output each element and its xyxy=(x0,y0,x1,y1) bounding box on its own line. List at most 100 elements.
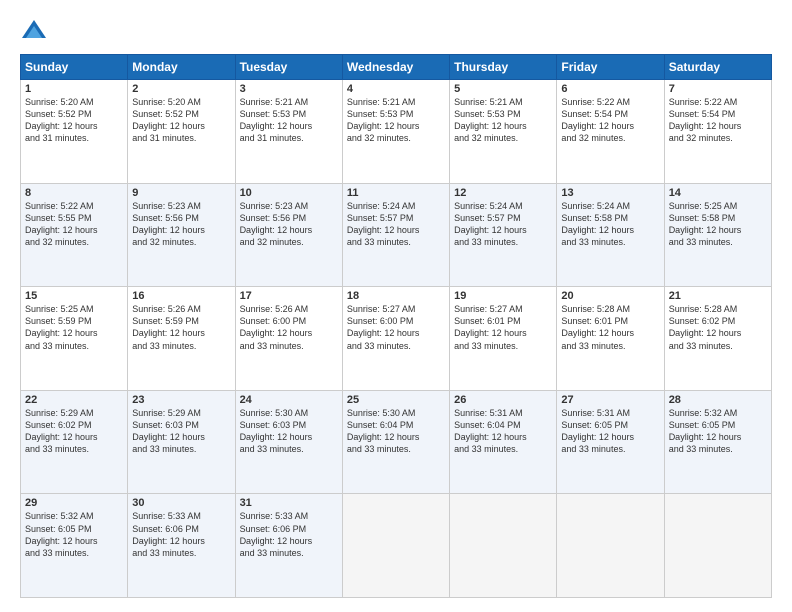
calendar-cell: 11Sunrise: 5:24 AMSunset: 5:57 PMDayligh… xyxy=(342,183,449,287)
day-number: 14 xyxy=(669,187,767,199)
day-info: Sunrise: 5:24 AMSunset: 5:58 PMDaylight:… xyxy=(561,200,659,249)
day-number: 10 xyxy=(240,187,338,199)
calendar-cell: 13Sunrise: 5:24 AMSunset: 5:58 PMDayligh… xyxy=(557,183,664,287)
calendar-cell: 27Sunrise: 5:31 AMSunset: 6:05 PMDayligh… xyxy=(557,390,664,494)
logo-icon xyxy=(20,18,48,46)
calendar-cell: 23Sunrise: 5:29 AMSunset: 6:03 PMDayligh… xyxy=(128,390,235,494)
day-number: 23 xyxy=(132,394,230,406)
calendar-cell: 10Sunrise: 5:23 AMSunset: 5:56 PMDayligh… xyxy=(235,183,342,287)
day-number: 22 xyxy=(25,394,123,406)
day-number: 16 xyxy=(132,290,230,302)
calendar-week-1: 1Sunrise: 5:20 AMSunset: 5:52 PMDaylight… xyxy=(21,80,772,184)
logo xyxy=(20,18,52,46)
day-header-monday: Monday xyxy=(128,55,235,80)
day-header-friday: Friday xyxy=(557,55,664,80)
day-info: Sunrise: 5:26 AMSunset: 6:00 PMDaylight:… xyxy=(240,303,338,352)
calendar-cell: 22Sunrise: 5:29 AMSunset: 6:02 PMDayligh… xyxy=(21,390,128,494)
calendar-cell: 31Sunrise: 5:33 AMSunset: 6:06 PMDayligh… xyxy=(235,494,342,598)
day-info: Sunrise: 5:29 AMSunset: 6:02 PMDaylight:… xyxy=(25,407,123,456)
day-header-wednesday: Wednesday xyxy=(342,55,449,80)
day-number: 17 xyxy=(240,290,338,302)
day-info: Sunrise: 5:28 AMSunset: 6:02 PMDaylight:… xyxy=(669,303,767,352)
day-number: 11 xyxy=(347,187,445,199)
calendar-cell xyxy=(664,494,771,598)
day-info: Sunrise: 5:22 AMSunset: 5:54 PMDaylight:… xyxy=(669,96,767,145)
calendar-cell xyxy=(450,494,557,598)
day-number: 18 xyxy=(347,290,445,302)
day-number: 5 xyxy=(454,83,552,95)
calendar-cell: 3Sunrise: 5:21 AMSunset: 5:53 PMDaylight… xyxy=(235,80,342,184)
day-info: Sunrise: 5:24 AMSunset: 5:57 PMDaylight:… xyxy=(454,200,552,249)
day-number: 21 xyxy=(669,290,767,302)
calendar-cell: 29Sunrise: 5:32 AMSunset: 6:05 PMDayligh… xyxy=(21,494,128,598)
calendar-table: SundayMondayTuesdayWednesdayThursdayFrid… xyxy=(20,54,772,598)
day-info: Sunrise: 5:25 AMSunset: 5:59 PMDaylight:… xyxy=(25,303,123,352)
calendar-cell: 1Sunrise: 5:20 AMSunset: 5:52 PMDaylight… xyxy=(21,80,128,184)
day-header-thursday: Thursday xyxy=(450,55,557,80)
day-info: Sunrise: 5:23 AMSunset: 5:56 PMDaylight:… xyxy=(132,200,230,249)
day-info: Sunrise: 5:32 AMSunset: 6:05 PMDaylight:… xyxy=(25,510,123,559)
day-info: Sunrise: 5:26 AMSunset: 5:59 PMDaylight:… xyxy=(132,303,230,352)
calendar-cell: 28Sunrise: 5:32 AMSunset: 6:05 PMDayligh… xyxy=(664,390,771,494)
calendar-cell: 21Sunrise: 5:28 AMSunset: 6:02 PMDayligh… xyxy=(664,287,771,391)
day-number: 8 xyxy=(25,187,123,199)
calendar-cell: 30Sunrise: 5:33 AMSunset: 6:06 PMDayligh… xyxy=(128,494,235,598)
day-info: Sunrise: 5:21 AMSunset: 5:53 PMDaylight:… xyxy=(347,96,445,145)
day-number: 26 xyxy=(454,394,552,406)
calendar-cell xyxy=(557,494,664,598)
day-info: Sunrise: 5:31 AMSunset: 6:04 PMDaylight:… xyxy=(454,407,552,456)
day-info: Sunrise: 5:33 AMSunset: 6:06 PMDaylight:… xyxy=(132,510,230,559)
day-number: 29 xyxy=(25,497,123,509)
calendar-cell: 17Sunrise: 5:26 AMSunset: 6:00 PMDayligh… xyxy=(235,287,342,391)
day-info: Sunrise: 5:30 AMSunset: 6:04 PMDaylight:… xyxy=(347,407,445,456)
day-number: 1 xyxy=(25,83,123,95)
day-number: 30 xyxy=(132,497,230,509)
day-header-saturday: Saturday xyxy=(664,55,771,80)
day-info: Sunrise: 5:30 AMSunset: 6:03 PMDaylight:… xyxy=(240,407,338,456)
calendar-cell: 14Sunrise: 5:25 AMSunset: 5:58 PMDayligh… xyxy=(664,183,771,287)
day-number: 19 xyxy=(454,290,552,302)
day-number: 3 xyxy=(240,83,338,95)
calendar-cell: 2Sunrise: 5:20 AMSunset: 5:52 PMDaylight… xyxy=(128,80,235,184)
calendar-cell: 4Sunrise: 5:21 AMSunset: 5:53 PMDaylight… xyxy=(342,80,449,184)
day-number: 27 xyxy=(561,394,659,406)
calendar-cell: 5Sunrise: 5:21 AMSunset: 5:53 PMDaylight… xyxy=(450,80,557,184)
day-header-sunday: Sunday xyxy=(21,55,128,80)
day-info: Sunrise: 5:33 AMSunset: 6:06 PMDaylight:… xyxy=(240,510,338,559)
calendar-cell: 9Sunrise: 5:23 AMSunset: 5:56 PMDaylight… xyxy=(128,183,235,287)
calendar-header-row: SundayMondayTuesdayWednesdayThursdayFrid… xyxy=(21,55,772,80)
day-number: 25 xyxy=(347,394,445,406)
day-info: Sunrise: 5:20 AMSunset: 5:52 PMDaylight:… xyxy=(132,96,230,145)
calendar-cell: 12Sunrise: 5:24 AMSunset: 5:57 PMDayligh… xyxy=(450,183,557,287)
day-number: 6 xyxy=(561,83,659,95)
day-info: Sunrise: 5:25 AMSunset: 5:58 PMDaylight:… xyxy=(669,200,767,249)
calendar-week-3: 15Sunrise: 5:25 AMSunset: 5:59 PMDayligh… xyxy=(21,287,772,391)
calendar-cell: 6Sunrise: 5:22 AMSunset: 5:54 PMDaylight… xyxy=(557,80,664,184)
page: SundayMondayTuesdayWednesdayThursdayFrid… xyxy=(0,0,792,612)
day-number: 7 xyxy=(669,83,767,95)
day-info: Sunrise: 5:21 AMSunset: 5:53 PMDaylight:… xyxy=(454,96,552,145)
day-info: Sunrise: 5:20 AMSunset: 5:52 PMDaylight:… xyxy=(25,96,123,145)
day-info: Sunrise: 5:27 AMSunset: 6:00 PMDaylight:… xyxy=(347,303,445,352)
day-number: 31 xyxy=(240,497,338,509)
day-number: 15 xyxy=(25,290,123,302)
calendar-cell xyxy=(342,494,449,598)
day-number: 2 xyxy=(132,83,230,95)
calendar-week-5: 29Sunrise: 5:32 AMSunset: 6:05 PMDayligh… xyxy=(21,494,772,598)
day-info: Sunrise: 5:23 AMSunset: 5:56 PMDaylight:… xyxy=(240,200,338,249)
day-info: Sunrise: 5:24 AMSunset: 5:57 PMDaylight:… xyxy=(347,200,445,249)
day-info: Sunrise: 5:22 AMSunset: 5:54 PMDaylight:… xyxy=(561,96,659,145)
day-info: Sunrise: 5:22 AMSunset: 5:55 PMDaylight:… xyxy=(25,200,123,249)
calendar-cell: 20Sunrise: 5:28 AMSunset: 6:01 PMDayligh… xyxy=(557,287,664,391)
day-number: 20 xyxy=(561,290,659,302)
calendar-cell: 15Sunrise: 5:25 AMSunset: 5:59 PMDayligh… xyxy=(21,287,128,391)
calendar-cell: 18Sunrise: 5:27 AMSunset: 6:00 PMDayligh… xyxy=(342,287,449,391)
day-number: 4 xyxy=(347,83,445,95)
day-number: 9 xyxy=(132,187,230,199)
header xyxy=(20,18,772,46)
day-number: 13 xyxy=(561,187,659,199)
calendar-week-4: 22Sunrise: 5:29 AMSunset: 6:02 PMDayligh… xyxy=(21,390,772,494)
calendar-cell: 25Sunrise: 5:30 AMSunset: 6:04 PMDayligh… xyxy=(342,390,449,494)
day-number: 24 xyxy=(240,394,338,406)
calendar-week-2: 8Sunrise: 5:22 AMSunset: 5:55 PMDaylight… xyxy=(21,183,772,287)
